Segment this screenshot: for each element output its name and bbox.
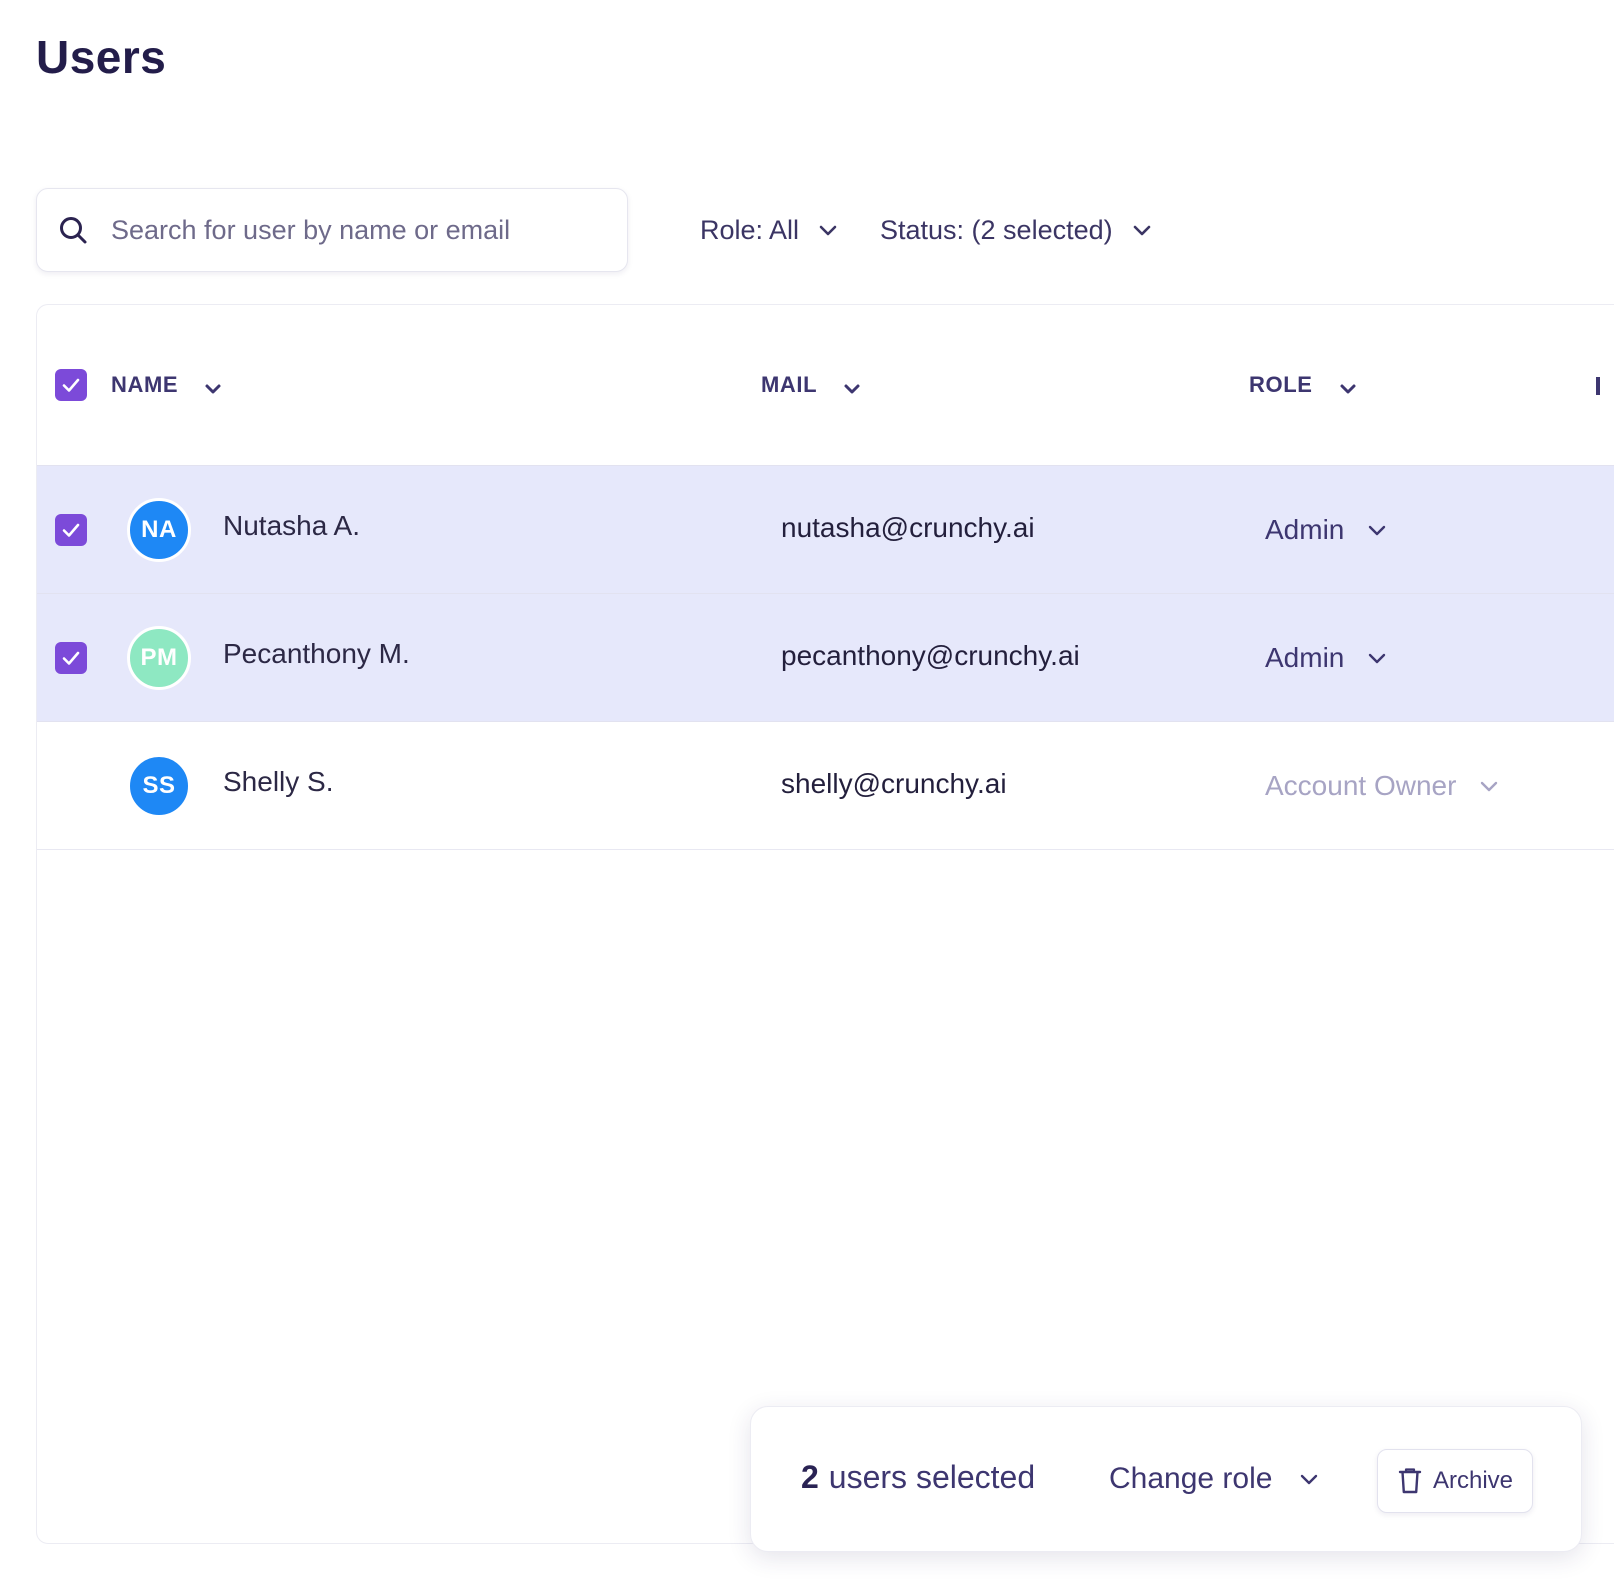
row-checkbox[interactable] [55, 642, 87, 674]
role-dropdown[interactable]: Admin [1265, 638, 1388, 678]
checkmark-icon [62, 651, 80, 665]
table-row[interactable]: PM Pecanthony M. pecanthony@crunchy.ai A… [37, 593, 1614, 721]
role-dropdown[interactable]: Admin [1265, 510, 1388, 550]
column-header-mail[interactable]: MAIL [761, 363, 863, 407]
user-name: Nutasha A. [223, 510, 360, 541]
table-row[interactable]: NA Nutasha A. nutasha@crunchy.ai Admin [37, 465, 1614, 593]
status-filter-label: Status: (2 selected) [880, 214, 1113, 245]
search-icon [60, 217, 87, 244]
role-dropdown[interactable]: Account Owner [1265, 766, 1500, 806]
change-role-dropdown[interactable]: Change role [1109, 1457, 1320, 1501]
chevron-down-icon [1369, 525, 1386, 536]
search-box[interactable] [36, 188, 628, 272]
chevron-down-icon [205, 384, 221, 394]
checkmark-icon [62, 378, 80, 392]
bulk-action-bar: 2 users selected Change role Archive [750, 1406, 1582, 1552]
avatar: NA [127, 498, 191, 562]
chevron-down-icon [1369, 653, 1386, 664]
page-title: Users [36, 31, 167, 83]
search-input[interactable] [111, 214, 611, 246]
table-header: NAME MAIL ROLE [37, 305, 1614, 465]
table-row[interactable]: SS Shelly S. shelly@crunchy.ai Account O… [37, 721, 1614, 849]
row-checkbox[interactable] [55, 514, 87, 546]
chevron-down-icon [1340, 384, 1356, 394]
column-header-name[interactable]: NAME [111, 363, 224, 407]
chevron-down-icon [819, 225, 837, 236]
role-label: Account Owner [1265, 770, 1457, 801]
column-label: MAIL [761, 372, 818, 397]
role-filter-label: Role: All [700, 214, 800, 245]
chevron-down-icon [1301, 1474, 1318, 1485]
role-label: Admin [1265, 642, 1345, 673]
chevron-down-icon [1133, 225, 1150, 236]
user-mail: pecanthony@crunchy.ai [781, 640, 1080, 671]
checkmark-icon [62, 523, 80, 537]
role-filter-dropdown[interactable]: Role: All [700, 200, 839, 260]
avatar: PM [127, 626, 191, 690]
select-all-checkbox[interactable] [55, 369, 87, 401]
chevron-down-icon [844, 384, 860, 394]
row-divider [37, 849, 1614, 850]
column-header-cutoff [1596, 377, 1600, 395]
selection-count: 2 users selected [801, 1459, 1035, 1496]
trash-icon [1398, 1468, 1422, 1494]
user-name: Shelly S. [223, 766, 334, 797]
archive-label: Archive [1432, 1467, 1514, 1494]
user-mail: shelly@crunchy.ai [781, 768, 1007, 799]
archive-button[interactable]: Archive [1377, 1449, 1533, 1513]
chevron-down-icon [1481, 781, 1498, 792]
user-mail: nutasha@crunchy.ai [781, 512, 1035, 543]
selection-count-number: 2 [801, 1459, 819, 1495]
role-label: Admin [1265, 514, 1345, 545]
users-page: Users Role: All Status: (2 selected) [0, 0, 1614, 1580]
status-filter-dropdown[interactable]: Status: (2 selected) [880, 200, 1153, 260]
change-role-label: Change role [1109, 1462, 1273, 1495]
avatar: SS [127, 754, 191, 818]
users-table: NAME MAIL ROLE NA Nutasha A. nutasha@cru… [36, 304, 1614, 1544]
user-name: Pecanthony M. [223, 638, 410, 669]
column-label: NAME [111, 372, 179, 397]
column-header-role[interactable]: ROLE [1249, 363, 1359, 407]
column-label: ROLE [1249, 372, 1313, 397]
selection-count-label: users selected [828, 1459, 1036, 1495]
